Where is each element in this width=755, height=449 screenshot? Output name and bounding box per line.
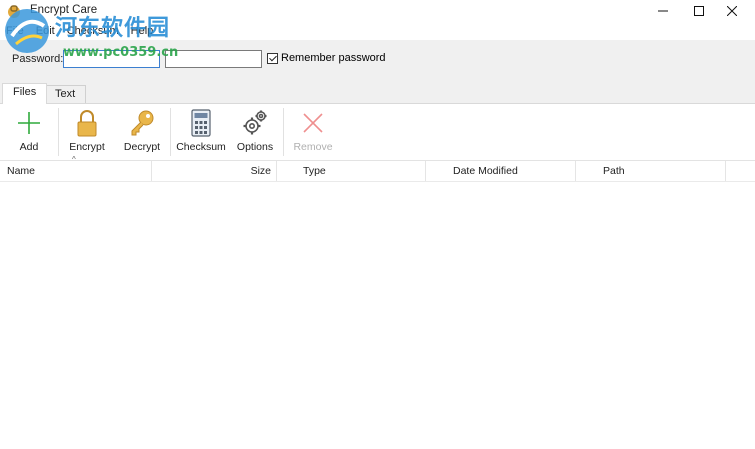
remove-x-icon [303, 113, 323, 133]
encrypt-button[interactable]: Encrypt [64, 108, 110, 158]
tab-files[interactable]: Files [2, 83, 48, 104]
files-panel: Add Encrypt Decrypt Checksum Options Rem… [0, 103, 755, 449]
column-date-modified[interactable]: Date Modified [426, 161, 576, 181]
calculator-icon [191, 109, 211, 137]
key-icon [131, 110, 154, 136]
options-label: Options [236, 141, 274, 153]
column-size[interactable]: Size [152, 161, 277, 181]
toolbar-separator [58, 108, 59, 156]
checksum-button[interactable]: Checksum [174, 108, 228, 158]
close-icon [727, 6, 737, 16]
plus-icon [18, 112, 40, 134]
decrypt-button[interactable]: Decrypt [118, 108, 166, 158]
menu-edit[interactable]: Edit [30, 22, 61, 40]
remove-button[interactable]: Remove [290, 108, 336, 158]
title-bar: Encrypt Care [0, 0, 755, 22]
options-button[interactable]: Options [233, 108, 277, 158]
menu-checksum[interactable]: Checksum [61, 22, 125, 40]
add-label: Add [19, 141, 39, 153]
file-list[interactable] [0, 182, 755, 449]
toolbar-separator [170, 108, 171, 156]
remember-password-label: Remember password [281, 52, 386, 64]
menu-bar: File Edit Checksum Help [0, 22, 755, 40]
confirm-password-input[interactable] [165, 50, 262, 68]
minimize-icon [658, 10, 668, 12]
lock-icon [77, 110, 97, 137]
remember-password-toggle[interactable]: Remember password [267, 52, 386, 64]
decrypt-label: Decrypt [123, 141, 161, 153]
column-name[interactable]: Name [0, 161, 152, 181]
encrypt-label: Encrypt [69, 141, 105, 153]
column-type[interactable]: Type [277, 161, 426, 181]
maximize-icon [694, 6, 704, 16]
password-label: Password: [12, 53, 64, 65]
app-logo-icon [8, 5, 20, 18]
column-path[interactable]: Path [576, 161, 726, 181]
window-title: Encrypt Care [30, 4, 98, 16]
password-input[interactable] [63, 50, 160, 68]
toolbar-separator [283, 108, 284, 156]
tab-text[interactable]: Text [44, 85, 87, 104]
gears-icon [243, 110, 267, 135]
tab-strip: Files Text [0, 80, 755, 104]
password-bar: Password: Remember password [0, 40, 755, 80]
add-button[interactable]: Add [8, 108, 50, 158]
remove-label: Remove [293, 141, 333, 153]
menu-file[interactable]: File [0, 22, 30, 40]
toolbar: Add Encrypt Decrypt Checksum Options Rem… [0, 104, 755, 161]
file-list-header: ^ Name Size Type Date Modified Path [0, 155, 755, 182]
checksum-label: Checksum [176, 141, 226, 153]
menu-help[interactable]: Help [125, 22, 160, 40]
remember-password-checkbox[interactable] [267, 52, 278, 64]
close-button[interactable] [709, 0, 755, 22]
